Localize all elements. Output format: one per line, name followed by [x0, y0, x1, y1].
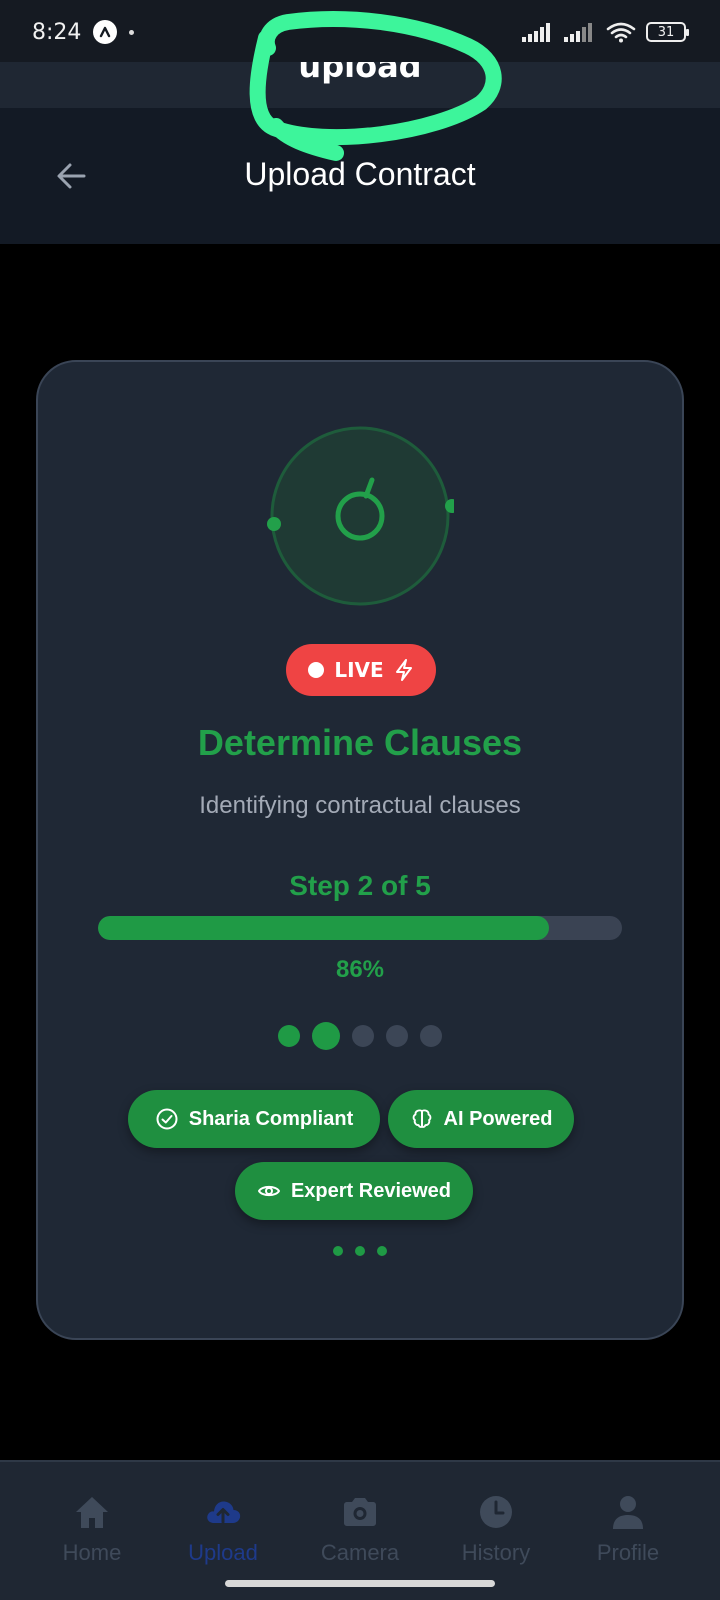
loading-dot	[333, 1246, 343, 1256]
chip-label: AI Powered	[443, 1107, 553, 1130]
step-dot	[278, 1025, 300, 1047]
camera-icon	[344, 1498, 376, 1526]
underlying-header-text: upload	[298, 62, 422, 85]
step-dot-active	[312, 1022, 340, 1050]
user-icon	[613, 1496, 643, 1529]
nav-label-history: History	[461, 1540, 531, 1565]
step-title: Determine Clauses	[197, 722, 523, 763]
nav-item-history[interactable]: History	[436, 1492, 556, 1566]
nav-item-camera[interactable]: Camera	[300, 1492, 420, 1566]
wifi-icon	[606, 22, 636, 43]
chip-label: Sharia Compliant	[188, 1107, 354, 1130]
step-dot	[420, 1025, 442, 1047]
status-right: 31	[522, 21, 689, 43]
live-dot-icon	[308, 662, 325, 678]
upload-contract-screen: 8:24 31 upload Upload Contract LIVE Dete…	[0, 0, 720, 1600]
signal-strength-icon	[522, 23, 550, 42]
status-bar: 8:24 31	[0, 0, 720, 64]
progress-percent: 86%	[335, 956, 385, 983]
page-title: Upload Contract	[244, 156, 476, 192]
nav-item-profile[interactable]: Profile	[568, 1492, 688, 1566]
signal-strength-2-icon	[564, 23, 592, 42]
status-left: 8:24	[32, 19, 135, 45]
progress-bar-fill	[98, 916, 549, 940]
bottom-nav: Home Upload Camera History Profile	[0, 1460, 720, 1600]
step-dot	[386, 1025, 408, 1047]
live-label: LIVE	[334, 658, 384, 682]
nav-label-upload: Upload	[188, 1540, 258, 1565]
loading-dot	[355, 1246, 365, 1256]
nav-label-camera: Camera	[320, 1540, 400, 1565]
loading-dots	[38, 1246, 682, 1256]
brain-icon	[412, 1109, 431, 1128]
step-description: Identifying contractual clauses	[199, 792, 521, 819]
expert-reviewed-chip: Expert Reviewed	[235, 1162, 473, 1220]
step-indicator	[38, 1022, 682, 1050]
nav-item-upload[interactable]: Upload	[163, 1492, 283, 1566]
battery-icon: 31	[646, 22, 689, 42]
processing-spinner-icon	[267, 426, 454, 606]
progress-bar	[98, 916, 622, 940]
battery-level: 31	[657, 24, 675, 40]
nav-item-home[interactable]: Home	[32, 1492, 152, 1566]
notification-dot-icon	[129, 29, 135, 35]
sharia-compliant-chip: Sharia Compliant	[128, 1090, 380, 1148]
eye-icon	[257, 1185, 280, 1197]
home-icon	[76, 1497, 108, 1528]
live-badge: LIVE	[286, 644, 436, 696]
home-indicator[interactable]	[225, 1580, 495, 1587]
ai-powered-chip: AI Powered	[388, 1090, 574, 1148]
clock-icon	[480, 1496, 512, 1528]
check-circle-icon	[156, 1108, 178, 1130]
status-time: 8:24	[32, 19, 82, 45]
chip-label: Expert Reviewed	[290, 1179, 452, 1202]
app-header: Upload Contract	[0, 108, 720, 244]
cloud-upload-icon	[207, 1501, 241, 1524]
processing-card: LIVE Determine Clauses Identifying contr…	[36, 360, 684, 1340]
nav-label-home: Home	[62, 1540, 122, 1565]
step-dot	[352, 1025, 374, 1047]
underlying-header-strip: upload	[0, 62, 720, 108]
loading-dot	[377, 1246, 387, 1256]
app-notification-icon	[93, 20, 118, 44]
step-count: Step 2 of 5	[289, 870, 431, 901]
nav-label-profile: Profile	[596, 1540, 660, 1565]
lightning-icon	[395, 659, 412, 681]
